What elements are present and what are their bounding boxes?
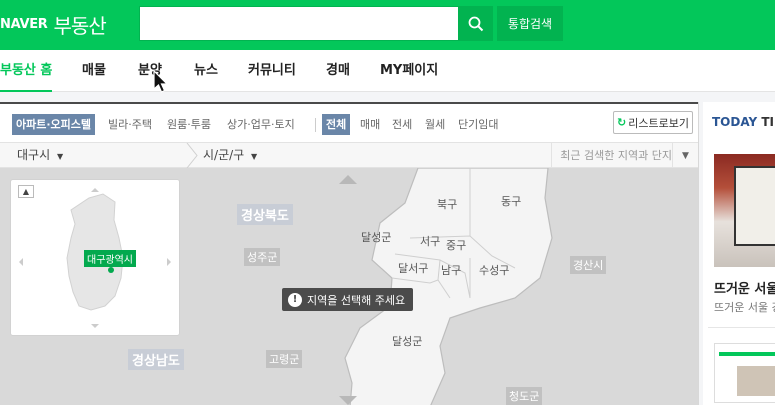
district-label-dalseo[interactable]: 달서구 xyxy=(398,260,428,276)
nav-news[interactable]: 뉴스 xyxy=(194,50,218,91)
search-icon xyxy=(468,16,484,31)
nav-community[interactable]: 커뮤니티 xyxy=(248,50,296,91)
main-nav: 부동산 홈 매물 분양 뉴스 커뮤니티 경매 MY페이지 xyxy=(0,50,775,92)
district-label-jung[interactable]: 중구 xyxy=(446,237,466,253)
province-label-gyeongnam[interactable]: 경상남도 xyxy=(128,349,184,370)
today-tip-image[interactable] xyxy=(714,154,775,267)
map-panel: 아파트·오피스텔 빌라·주택 원룸·투룸 상가·업무·토지 전체 매매 전세 월… xyxy=(0,102,698,405)
chevron-down-icon: ▼ xyxy=(251,152,258,161)
trade-jeonse[interactable]: 전세 xyxy=(392,114,412,135)
top-header: NAVER 부동산 통합검색 xyxy=(0,0,775,50)
district-label-dalseong-south[interactable]: 달성군 xyxy=(392,333,422,349)
service-title: 부동산 xyxy=(53,13,107,38)
right-sidebar: TODAY TIP 뜨거운 서울 뜨거운 서울 강 xyxy=(698,102,775,405)
minimap-region-badge: 대구광역시 xyxy=(84,250,136,267)
minimap-pan-right-icon xyxy=(167,258,171,266)
minimap-location-marker xyxy=(108,267,114,273)
county-label-cheongdo[interactable]: 청도군 xyxy=(506,387,543,405)
minimap-pan-down-icon xyxy=(91,324,99,328)
unified-search-button[interactable]: 통합검색 xyxy=(497,6,563,41)
city-select-label: 대구시 xyxy=(17,148,51,162)
today-tip-description: 뜨거운 서울 강 xyxy=(714,301,775,314)
select-region-tooltip: ! 지역을 선택해 주세요 xyxy=(282,288,414,311)
nav-spacer xyxy=(0,92,775,102)
today-tip-thumbnail[interactable] xyxy=(714,343,775,403)
nav-home[interactable]: 부동산 홈 xyxy=(0,50,53,92)
nav-listings[interactable]: 매물 xyxy=(82,50,106,91)
thumbnail-map-image xyxy=(737,366,775,396)
city-select[interactable]: 대구시 ▼ xyxy=(17,143,63,168)
district-label-suseong[interactable]: 수성구 xyxy=(479,262,509,278)
trade-short-term[interactable]: 단기임대 xyxy=(458,114,498,135)
filter-oneroom-tworoom[interactable]: 원룸·투룸 xyxy=(167,114,211,135)
trade-monthly[interactable]: 월세 xyxy=(425,114,445,135)
trade-all[interactable]: 전체 xyxy=(322,114,351,135)
county-label-goryeong[interactable]: 고령군 xyxy=(266,350,303,368)
mouse-pointer-icon xyxy=(153,70,169,93)
district-label-nam[interactable]: 남구 xyxy=(441,262,461,278)
nav-auction[interactable]: 경매 xyxy=(326,50,350,91)
divider xyxy=(708,327,775,328)
korea-minimap[interactable]: ▲ 대구광역시 xyxy=(10,179,180,336)
district-select[interactable]: 시/군/구 ▼ xyxy=(203,143,257,168)
search-input[interactable] xyxy=(140,7,458,40)
list-view-button[interactable]: ↻ 리스트로보기 xyxy=(613,111,693,134)
filter-apartment-officetel[interactable]: 아파트·오피스텔 xyxy=(12,114,96,135)
filter-commercial-land[interactable]: 상가·업무·토지 xyxy=(227,114,295,135)
district-select-label: 시/군/구 xyxy=(203,148,245,162)
district-label-dalseong-north[interactable]: 달성군 xyxy=(361,229,391,245)
county-label-seongju[interactable]: 성주군 xyxy=(244,248,281,266)
naver-logo-text: NAVER xyxy=(0,16,48,32)
recent-dropdown-button[interactable]: ▼ xyxy=(672,143,698,168)
recent-search-button[interactable]: 최근 검색한 지역과 단지 xyxy=(551,143,672,168)
tip-label: TIP xyxy=(761,115,775,129)
chevron-down-icon: ▼ xyxy=(682,150,689,161)
breadcrumb-arrow-icon xyxy=(186,143,198,168)
list-view-label: 리스트로보기 xyxy=(628,116,689,130)
thumbnail-header-bar xyxy=(719,352,775,356)
minimap-pan-left-icon xyxy=(19,258,23,266)
chevron-down-icon: ▼ xyxy=(56,152,64,161)
nav-mypage[interactable]: MY페이지 xyxy=(380,50,438,91)
county-label-gyeongsan[interactable]: 경산시 xyxy=(570,256,607,274)
today-label: TODAY xyxy=(712,115,758,129)
refresh-icon: ↻ xyxy=(617,116,627,129)
filter-separator xyxy=(315,118,316,132)
district-label-buk[interactable]: 북구 xyxy=(437,196,457,212)
region-map[interactable]: 경상북도 경상남도 성주군 고령군 경산시 청도군 북구 동구 달성군 서구 중… xyxy=(0,168,698,405)
map-pan-up-icon xyxy=(339,175,357,184)
district-label-dong[interactable]: 동구 xyxy=(501,193,521,209)
today-tip-card: TODAY TIP 뜨거운 서울 뜨거운 서울 강 xyxy=(703,102,775,405)
minimap-pan-up-icon xyxy=(91,188,99,192)
search-box xyxy=(139,6,459,41)
trade-sale[interactable]: 매매 xyxy=(360,114,380,135)
today-tip-heading: TODAY TIP xyxy=(712,115,775,129)
tooltip-text: 지역을 선택해 주세요 xyxy=(307,293,406,307)
protest-sign-image xyxy=(734,166,775,246)
naver-realestate-logo[interactable]: NAVER 부동산 xyxy=(0,9,107,39)
warning-icon: ! xyxy=(288,292,302,307)
filter-villa-house[interactable]: 빌라·주택 xyxy=(108,114,152,135)
province-label-gyeongbuk[interactable]: 경상북도 xyxy=(237,204,293,225)
today-tip-title[interactable]: 뜨거운 서울 xyxy=(714,278,775,297)
filter-bar: 아파트·오피스텔 빌라·주택 원룸·투룸 상가·업무·토지 전체 매매 전세 월… xyxy=(0,104,698,142)
search-button[interactable] xyxy=(459,6,493,41)
region-selector-bar: 대구시 ▼ 시/군/구 ▼ 최근 검색한 지역과 단지 ▼ xyxy=(0,142,698,168)
district-label-seo[interactable]: 서구 xyxy=(420,233,440,249)
